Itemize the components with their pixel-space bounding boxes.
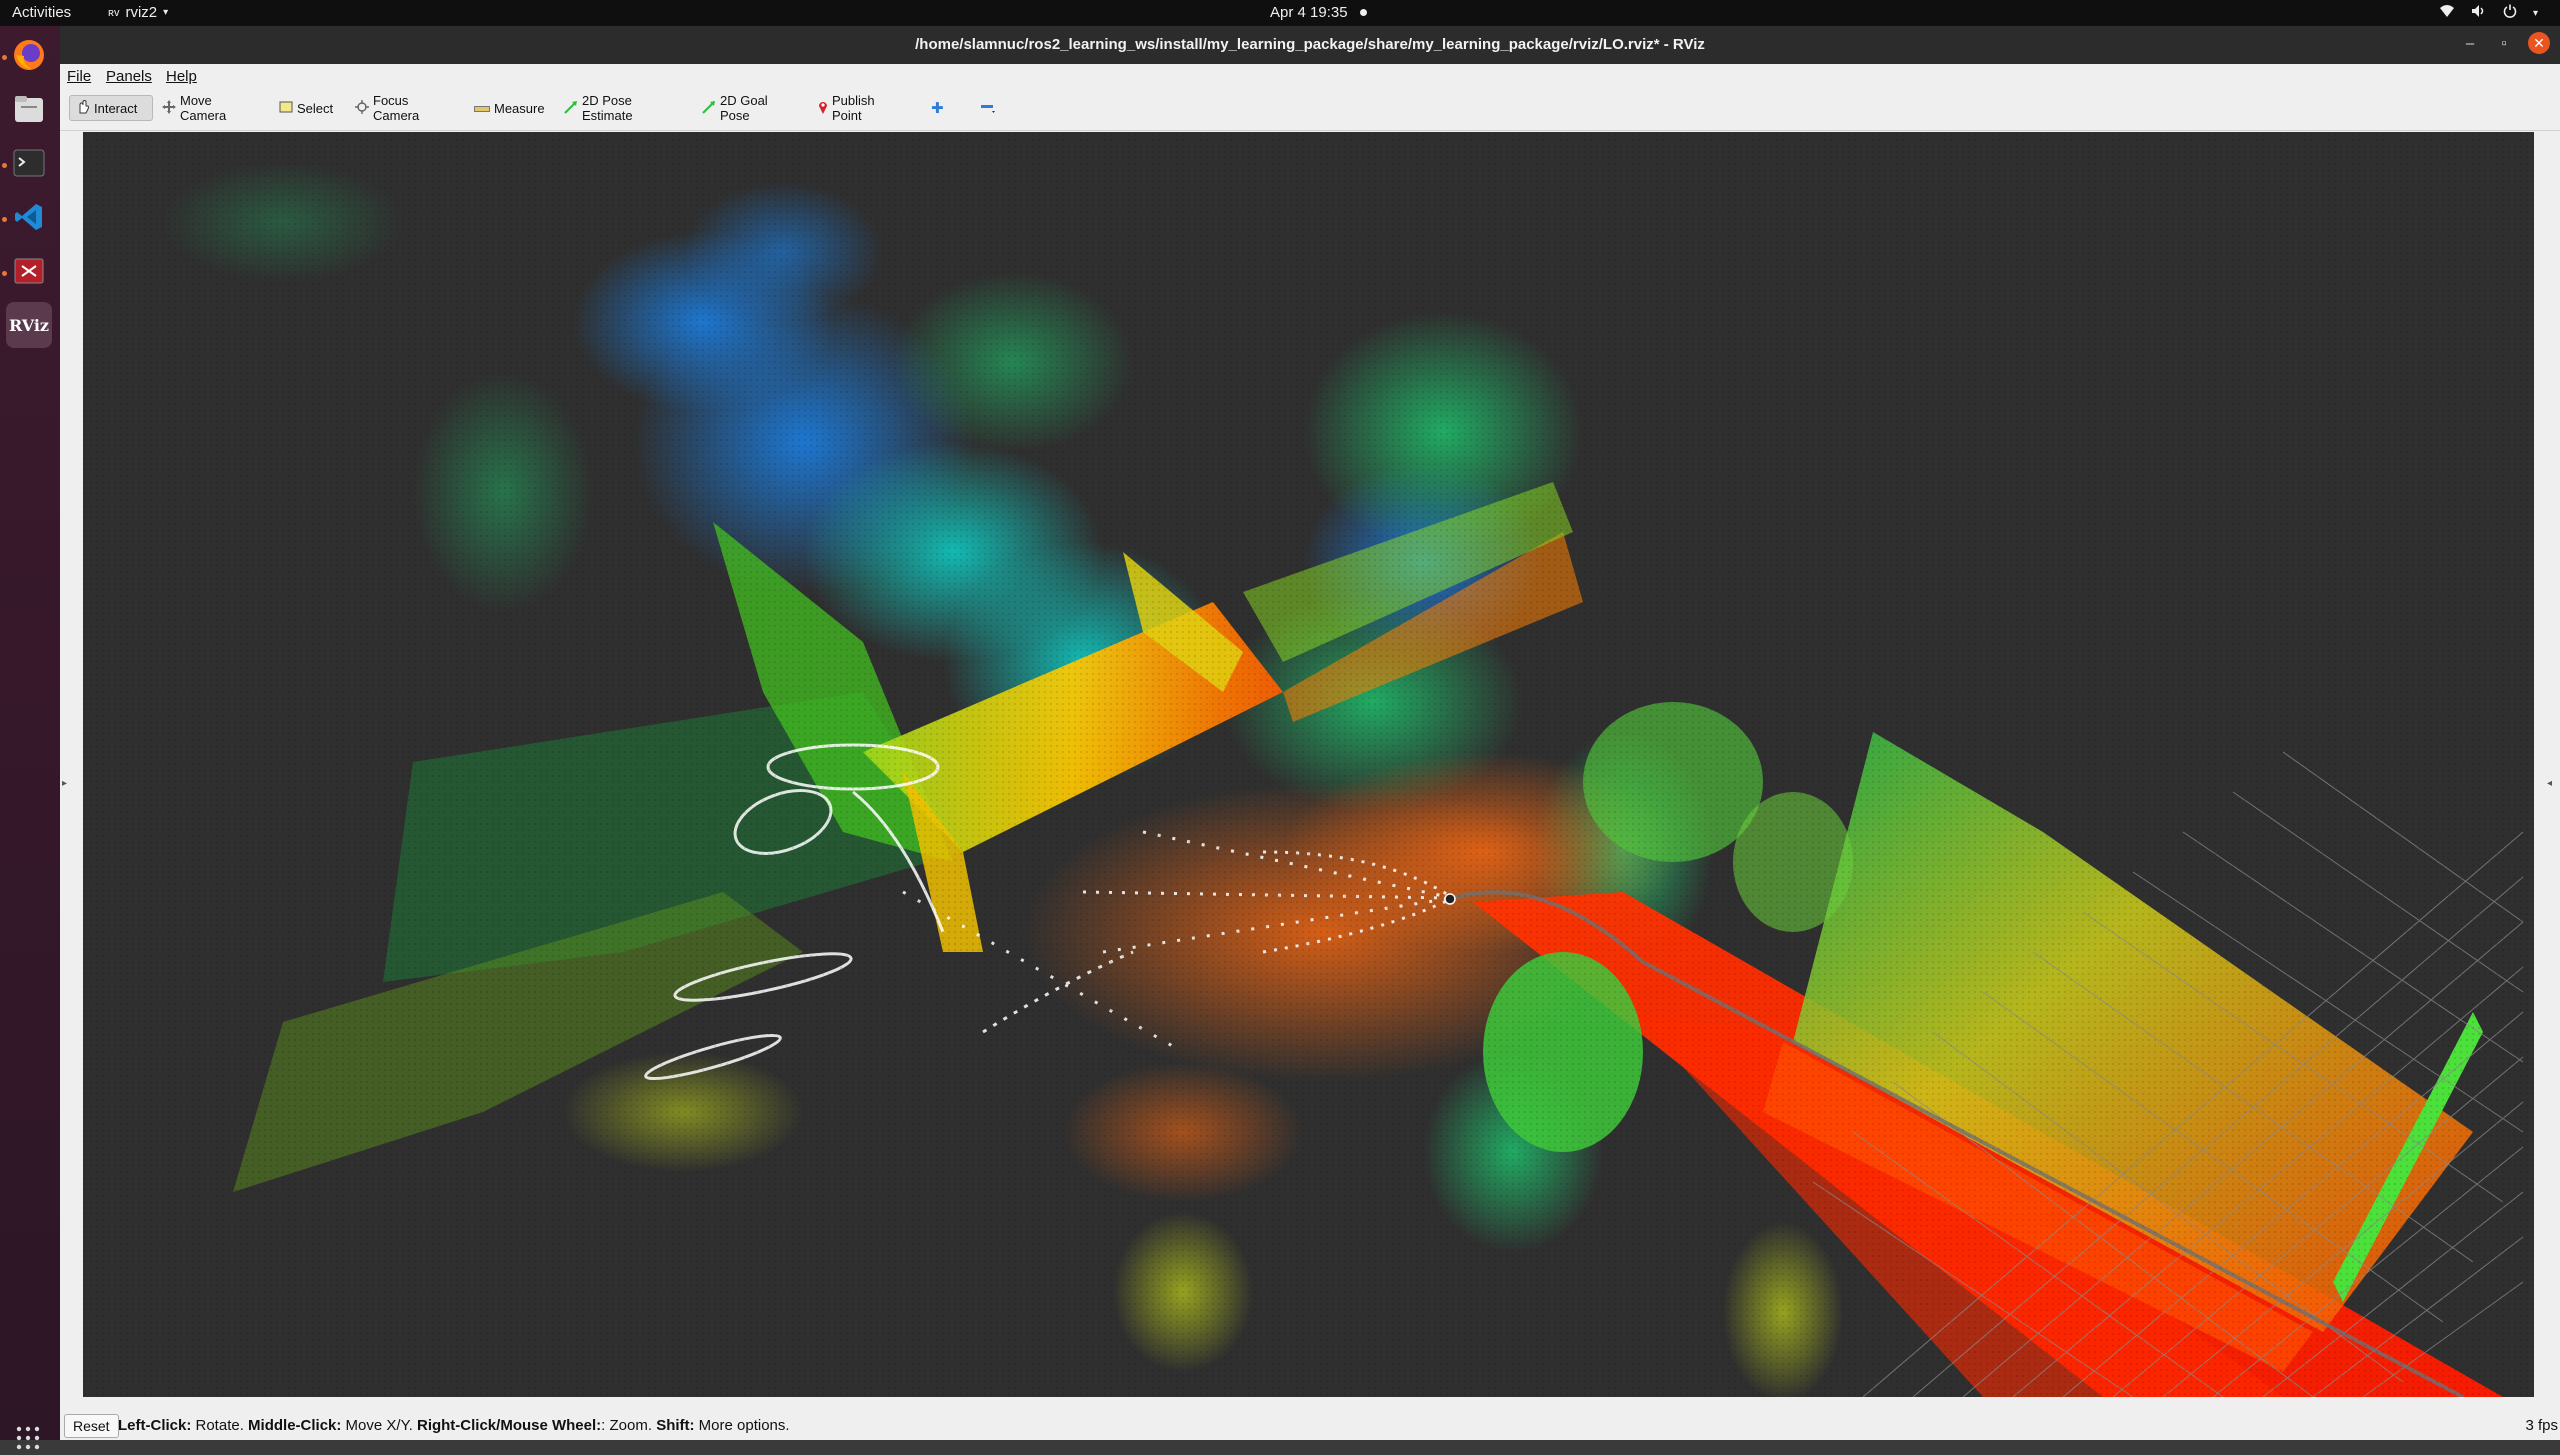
- hint-left-click: Left-Click:: [118, 1417, 192, 1434]
- hint-move: Move X/Y.: [341, 1417, 417, 1434]
- move-camera-tool-button[interactable]: Move Camera: [156, 93, 264, 123]
- terminal-icon[interactable]: [6, 140, 52, 186]
- publish-point-label: Publish Point: [832, 93, 875, 123]
- notification-dot-icon: [1359, 9, 1367, 16]
- remove-tool-button[interactable]: [974, 95, 1002, 121]
- menu-panels-label: Panels: [106, 68, 152, 85]
- crosshair-icon: [355, 99, 369, 117]
- measure-label: Measure: [494, 100, 545, 116]
- window-title: /home/slamnuc/ros2_learning_ws/install/m…: [915, 36, 1705, 53]
- menu-help[interactable]: Help: [166, 68, 197, 85]
- vscode-icon[interactable]: [6, 194, 52, 240]
- app-menu-label: rviz2: [125, 4, 158, 21]
- show-apps-icon[interactable]: [16, 1426, 40, 1455]
- hint-shift: Shift:: [656, 1417, 695, 1434]
- select-box-icon: [279, 101, 293, 116]
- map-pin-icon: [818, 100, 828, 117]
- status-bar: Reset Left-Click: Rotate. Middle-Click: …: [60, 1410, 2560, 1440]
- tool-toolbar: Interact Move Camera Select Focus Camera…: [60, 88, 2560, 131]
- fps-counter: 3 fps: [2525, 1417, 2558, 1434]
- hint-right-click: Right-Click/Mouse Wheel:: [416, 1417, 602, 1434]
- window-titlebar[interactable]: /home/slamnuc/ros2_learning_ws/install/m…: [60, 26, 2560, 64]
- 3d-render-viewport[interactable]: [83, 132, 2534, 1397]
- right-panel-collapse-icon[interactable]: ◂: [2547, 778, 2552, 789]
- dock: RViz: [0, 26, 60, 1450]
- minus-icon: [980, 100, 996, 117]
- menu-file-label: File: [67, 68, 92, 85]
- goal-pose-tool-button[interactable]: 2D Goal Pose: [696, 93, 796, 123]
- hint-middle-click: Middle-Click:: [248, 1417, 342, 1434]
- menu-help-label: Help: [166, 68, 197, 85]
- focus-camera-label: Focus Camera: [373, 93, 420, 123]
- files-icon[interactable]: [6, 86, 52, 132]
- activities-button[interactable]: Activities: [12, 4, 71, 21]
- interact-tool-button[interactable]: Interact: [69, 95, 153, 121]
- screen-recorder-icon[interactable]: [6, 248, 52, 294]
- publish-point-tool-button[interactable]: Publish Point: [812, 93, 912, 123]
- point-cloud-render: [83, 132, 2534, 1397]
- system-tray[interactable]: ▾: [2439, 4, 2538, 22]
- menu-bar: File Panels Help: [60, 64, 2560, 88]
- select-label: Select: [297, 100, 334, 116]
- hand-icon: [76, 99, 90, 117]
- interact-label: Interact: [94, 100, 138, 116]
- pose-estimate-label: 2D Pose Estimate: [582, 93, 633, 123]
- close-button[interactable]: ✕: [2528, 32, 2550, 54]
- hint-zoom: : Zoom.: [601, 1417, 657, 1434]
- pose-estimate-tool-button[interactable]: 2D Pose Estimate: [558, 93, 686, 123]
- hint-more: More options.: [694, 1417, 790, 1434]
- move-camera-label: Move Camera: [180, 93, 227, 123]
- status-hint: Left-Click: Rotate. Middle-Click: Move X…: [118, 1417, 790, 1434]
- left-panel-collapse-icon[interactable]: ▸: [62, 778, 67, 789]
- maximize-button[interactable]: ▫: [2494, 35, 2514, 52]
- menu-file[interactable]: File: [67, 68, 91, 85]
- firefox-icon[interactable]: [6, 32, 52, 78]
- clock[interactable]: Apr 4 19:35: [1270, 4, 1367, 21]
- rviz-window: /home/slamnuc/ros2_learning_ws/install/m…: [60, 26, 2560, 1440]
- chevron-down-icon: ▾: [2532, 7, 2538, 19]
- app-menu[interactable]: ʀᴠ rviz2 ▾: [108, 4, 168, 21]
- system-top-bar: Activities ʀᴠ rviz2 ▾ Apr 4 19:35 ▾: [0, 0, 2560, 26]
- chevron-down-icon: ▾: [163, 7, 169, 18]
- rviz-icon-label: RViz: [8, 315, 50, 335]
- measure-tool-button[interactable]: Measure: [468, 95, 548, 121]
- green-arrow-icon: [564, 100, 578, 117]
- menu-panels[interactable]: Panels: [106, 68, 152, 85]
- goal-pose-label: 2D Goal Pose: [720, 93, 768, 123]
- select-tool-button[interactable]: Select: [273, 95, 339, 121]
- focus-camera-tool-button[interactable]: Focus Camera: [349, 93, 457, 123]
- rviz-small-icon: ʀᴠ: [108, 6, 120, 19]
- clock-label: Apr 4 19:35: [1270, 4, 1348, 21]
- add-tool-button[interactable]: ✚: [925, 95, 951, 121]
- move-arrows-icon: [162, 99, 176, 117]
- hint-rotate: Rotate.: [191, 1417, 249, 1434]
- plus-icon: ✚: [931, 100, 944, 117]
- reset-button[interactable]: Reset: [64, 1414, 119, 1438]
- minimize-button[interactable]: –: [2460, 35, 2480, 52]
- green-arrow-icon: [702, 100, 716, 117]
- power-icon: [2503, 4, 2517, 22]
- wifi-icon: [2439, 4, 2455, 22]
- ruler-icon: [474, 101, 490, 116]
- volume-icon: [2471, 4, 2487, 22]
- rviz-icon[interactable]: RViz: [6, 302, 52, 348]
